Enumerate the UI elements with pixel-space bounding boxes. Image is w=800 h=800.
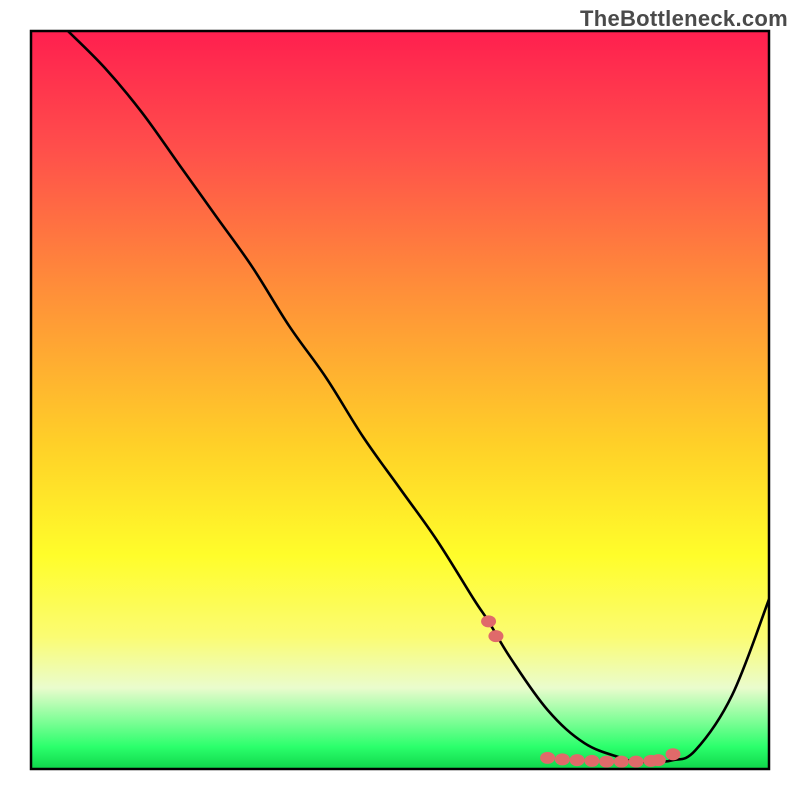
marker-point <box>488 630 503 642</box>
highlight-markers <box>481 615 681 767</box>
bottleneck-curve <box>68 31 769 762</box>
marker-point <box>599 756 614 768</box>
marker-point <box>666 748 681 760</box>
marker-point <box>570 754 585 766</box>
marker-point <box>614 756 629 768</box>
chart-container: TheBottleneck.com <box>0 0 800 800</box>
marker-point <box>584 755 599 767</box>
marker-point <box>481 615 496 627</box>
marker-point <box>540 752 555 764</box>
marker-point <box>651 754 666 766</box>
marker-point <box>629 756 644 768</box>
plot-svg <box>31 31 769 769</box>
watermark-text: TheBottleneck.com <box>580 6 788 32</box>
marker-point <box>555 753 570 765</box>
